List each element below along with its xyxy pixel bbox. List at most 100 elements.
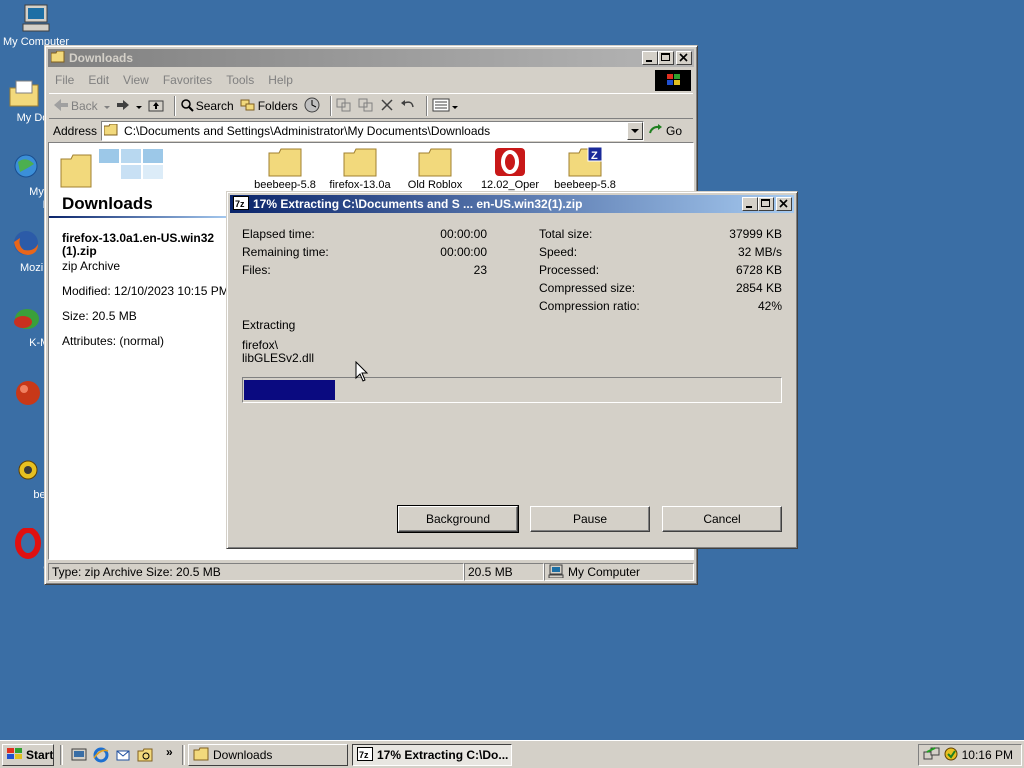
total-size-label: Total size: [539, 227, 593, 241]
panel-file-type: zip Archive [62, 259, 121, 273]
quicklaunch [70, 746, 154, 767]
menu-file[interactable]: File [55, 73, 74, 87]
computer-icon [548, 564, 564, 581]
copy-to-icon [358, 98, 374, 115]
windows-logo-icon [655, 70, 691, 91]
compression-ratio-label: Compression ratio: [539, 299, 640, 313]
mouse-cursor [355, 360, 369, 383]
folder-icon [50, 50, 65, 66]
network-tray-icon[interactable] [923, 746, 941, 765]
status-zone: My Computer [544, 563, 694, 581]
pause-button[interactable]: Pause [530, 506, 650, 532]
outlook-express-icon[interactable] [114, 746, 132, 767]
7zip-icon: 7z [357, 746, 373, 764]
history-icon [304, 97, 320, 116]
opera-installer-icon [493, 147, 527, 177]
address-bar: Address C:\Documents and Settings\Admini… [49, 119, 693, 143]
documents-folder-icon [8, 78, 40, 110]
close-button[interactable] [776, 197, 792, 211]
menu-view[interactable]: View [123, 73, 149, 87]
tasks-separator [182, 745, 185, 765]
search-icon [180, 98, 194, 115]
history-button[interactable] [304, 97, 320, 116]
forward-button[interactable] [116, 99, 142, 114]
svg-text:Z: Z [591, 150, 598, 162]
views-icon [432, 98, 450, 115]
copy-to-button[interactable] [358, 98, 374, 115]
undo-button[interactable] [400, 98, 416, 115]
taskbar: Start » Downloads 7z 17% Extracting C:\D… [0, 740, 1024, 768]
panel-divider [49, 216, 229, 218]
maximize-button[interactable] [658, 51, 674, 65]
task-extracting[interactable]: 7z 17% Extracting C:\Do... [352, 744, 512, 766]
chevron-down-icon [135, 99, 142, 113]
close-button[interactable] [676, 51, 692, 65]
task-downloads[interactable]: Downloads [188, 744, 348, 766]
minimize-button[interactable] [742, 197, 758, 211]
back-arrow-icon [53, 98, 69, 115]
address-field[interactable]: C:\Documents and Settings\Administrator\… [101, 121, 645, 142]
files-value: 23 [473, 263, 487, 277]
panel-size: Size: 20.5 MB [62, 309, 137, 323]
explorer-menubar: File Edit View Favorites Tools Help [49, 70, 693, 90]
start-button[interactable]: Start [2, 744, 54, 766]
quicklaunch-more-icon[interactable]: » [166, 745, 173, 759]
menu-tools[interactable]: Tools [226, 73, 254, 87]
processed-label: Processed: [539, 263, 600, 277]
views-button[interactable] [432, 98, 458, 115]
current-path: firefox\ [242, 338, 279, 352]
total-size-value: 37999 KB [729, 227, 782, 241]
pegasus-icon [10, 378, 42, 410]
background-button[interactable]: Background [397, 505, 519, 533]
go-button[interactable]: Go [648, 123, 682, 140]
folders-button[interactable]: Folders [240, 98, 298, 115]
go-arrow-icon [648, 123, 664, 140]
desktop-icon-my-computer[interactable]: My Computer [0, 2, 74, 49]
windows-explorer-icon[interactable] [136, 746, 154, 767]
progress-fill [244, 380, 335, 400]
menu-favorites[interactable]: Favorites [163, 73, 212, 87]
elapsed-time-value: 00:00:00 [440, 227, 487, 241]
delete-icon [380, 98, 394, 115]
explorer-titlebar[interactable]: Downloads [48, 49, 694, 67]
maximize-button[interactable] [758, 197, 774, 211]
menu-edit[interactable]: Edit [88, 73, 109, 87]
menu-help[interactable]: Help [268, 73, 293, 87]
cancel-button[interactable]: Cancel [662, 506, 782, 532]
status-size: 20.5 MB [464, 563, 544, 581]
tray-app-icon[interactable] [943, 746, 959, 765]
up-folder-button[interactable] [148, 98, 164, 115]
svg-text:7z: 7z [359, 750, 369, 760]
up-folder-icon [148, 98, 164, 115]
panel-attributes: Attributes: (normal) [62, 334, 165, 348]
7zip-icon: 7z [233, 195, 249, 213]
file-item[interactable]: 12.02_Oper [474, 147, 546, 191]
show-desktop-icon[interactable] [70, 746, 88, 767]
delete-button[interactable] [380, 98, 394, 115]
panel-file-name: firefox-13.0a1.en-US.win32 (1).zip [62, 231, 215, 258]
folders-icon [240, 98, 256, 115]
file-item[interactable]: Z beebeep-5.8 [549, 146, 621, 191]
status-info: Type: zip Archive Size: 20.5 MB [48, 563, 464, 581]
file-item[interactable]: Old Roblox [399, 147, 471, 191]
back-button[interactable]: Back [53, 98, 110, 115]
search-button[interactable]: Search [180, 98, 234, 115]
extract-progress-dialog: 7z 17% Extracting C:\Documents and S ...… [226, 191, 798, 549]
minimize-button[interactable] [642, 51, 658, 65]
quicklaunch-separator [60, 745, 63, 765]
move-to-button[interactable] [336, 98, 352, 115]
chevron-down-icon [103, 99, 110, 113]
internet-explorer-icon[interactable] [92, 746, 110, 767]
explorer-title: Downloads [69, 51, 134, 65]
computer-icon [20, 2, 52, 34]
chevron-down-icon [451, 99, 458, 113]
processed-value: 6728 KB [735, 263, 782, 277]
toolbar-separator [425, 96, 428, 116]
address-dropdown-button[interactable] [627, 122, 644, 142]
clock[interactable]: 10:16 PM [962, 748, 1013, 762]
dialog-titlebar[interactable]: 7z 17% Extracting C:\Documents and S ...… [230, 195, 794, 213]
file-item[interactable]: beebeep-5.8 [249, 147, 321, 191]
chevron-down-icon [628, 129, 642, 142]
file-item[interactable]: firefox-13.0a [324, 147, 396, 191]
firefox-icon [10, 228, 42, 260]
